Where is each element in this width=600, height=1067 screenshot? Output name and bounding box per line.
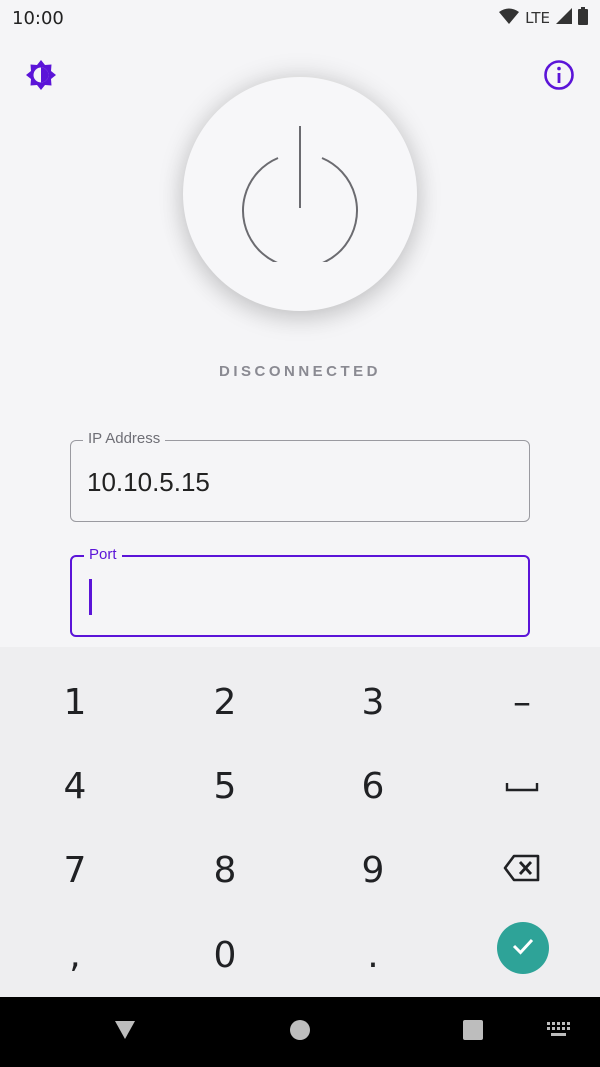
navigation-bar (0, 997, 600, 1067)
key-0[interactable]: 0 (155, 915, 295, 995)
key-6[interactable]: 6 (303, 746, 443, 826)
ip-address-value: 10.10.5.15 (87, 467, 210, 497)
power-icon (240, 122, 360, 269)
key-8[interactable]: 8 (155, 830, 295, 910)
battery-icon (578, 6, 588, 30)
ip-address-field[interactable]: IP Address 10.10.5.15 (70, 430, 530, 522)
key-period[interactable]: . (303, 915, 443, 995)
home-button[interactable] (265, 997, 335, 1067)
key-7[interactable]: 7 (5, 830, 145, 910)
recents-icon (462, 1019, 484, 1046)
key-5[interactable]: 5 (155, 746, 295, 826)
key-2[interactable]: 2 (155, 662, 295, 742)
info-button[interactable] (540, 58, 578, 96)
port-label: Port (84, 546, 122, 563)
wifi-icon (499, 8, 520, 29)
status-icons: LTE (499, 6, 588, 30)
port-field[interactable]: Port (70, 546, 530, 637)
back-button[interactable] (90, 997, 160, 1067)
confirm-key[interactable] (497, 922, 549, 974)
text-cursor (89, 579, 92, 615)
ip-address-label: IP Address (83, 430, 166, 447)
network-type: LTE (525, 9, 550, 27)
info-icon (543, 59, 575, 96)
connection-status: DISCONNECTED (218, 363, 381, 380)
numeric-keypad: 1 2 3 – 4 5 6 7 8 9 , 0 . (0, 647, 600, 997)
recents-button[interactable] (438, 997, 508, 1067)
keyboard-switch-button[interactable] (524, 997, 594, 1067)
status-time: 10:00 (12, 7, 64, 29)
signal-icon (556, 7, 572, 29)
status-bar: 10:00 LTE (0, 0, 600, 36)
theme-icon (25, 59, 57, 96)
keyboard-icon (547, 1021, 571, 1043)
home-icon (289, 1019, 311, 1046)
backspace-key[interactable] (452, 830, 592, 910)
key-9[interactable]: 9 (303, 830, 443, 910)
app-screen: 10:00 LTE DISCONNECTED IP Address 10.10.… (0, 0, 600, 1067)
back-icon (114, 1020, 136, 1045)
key-comma[interactable]: , (5, 915, 145, 995)
check-icon (509, 932, 537, 965)
backspace-icon (503, 850, 541, 891)
key-4[interactable]: 4 (5, 746, 145, 826)
key-3[interactable]: 3 (303, 662, 443, 742)
key-space[interactable] (452, 746, 592, 826)
theme-toggle-button[interactable] (22, 58, 60, 96)
power-button[interactable] (183, 77, 417, 311)
key-minus[interactable]: – (452, 662, 592, 742)
key-1[interactable]: 1 (5, 662, 145, 742)
